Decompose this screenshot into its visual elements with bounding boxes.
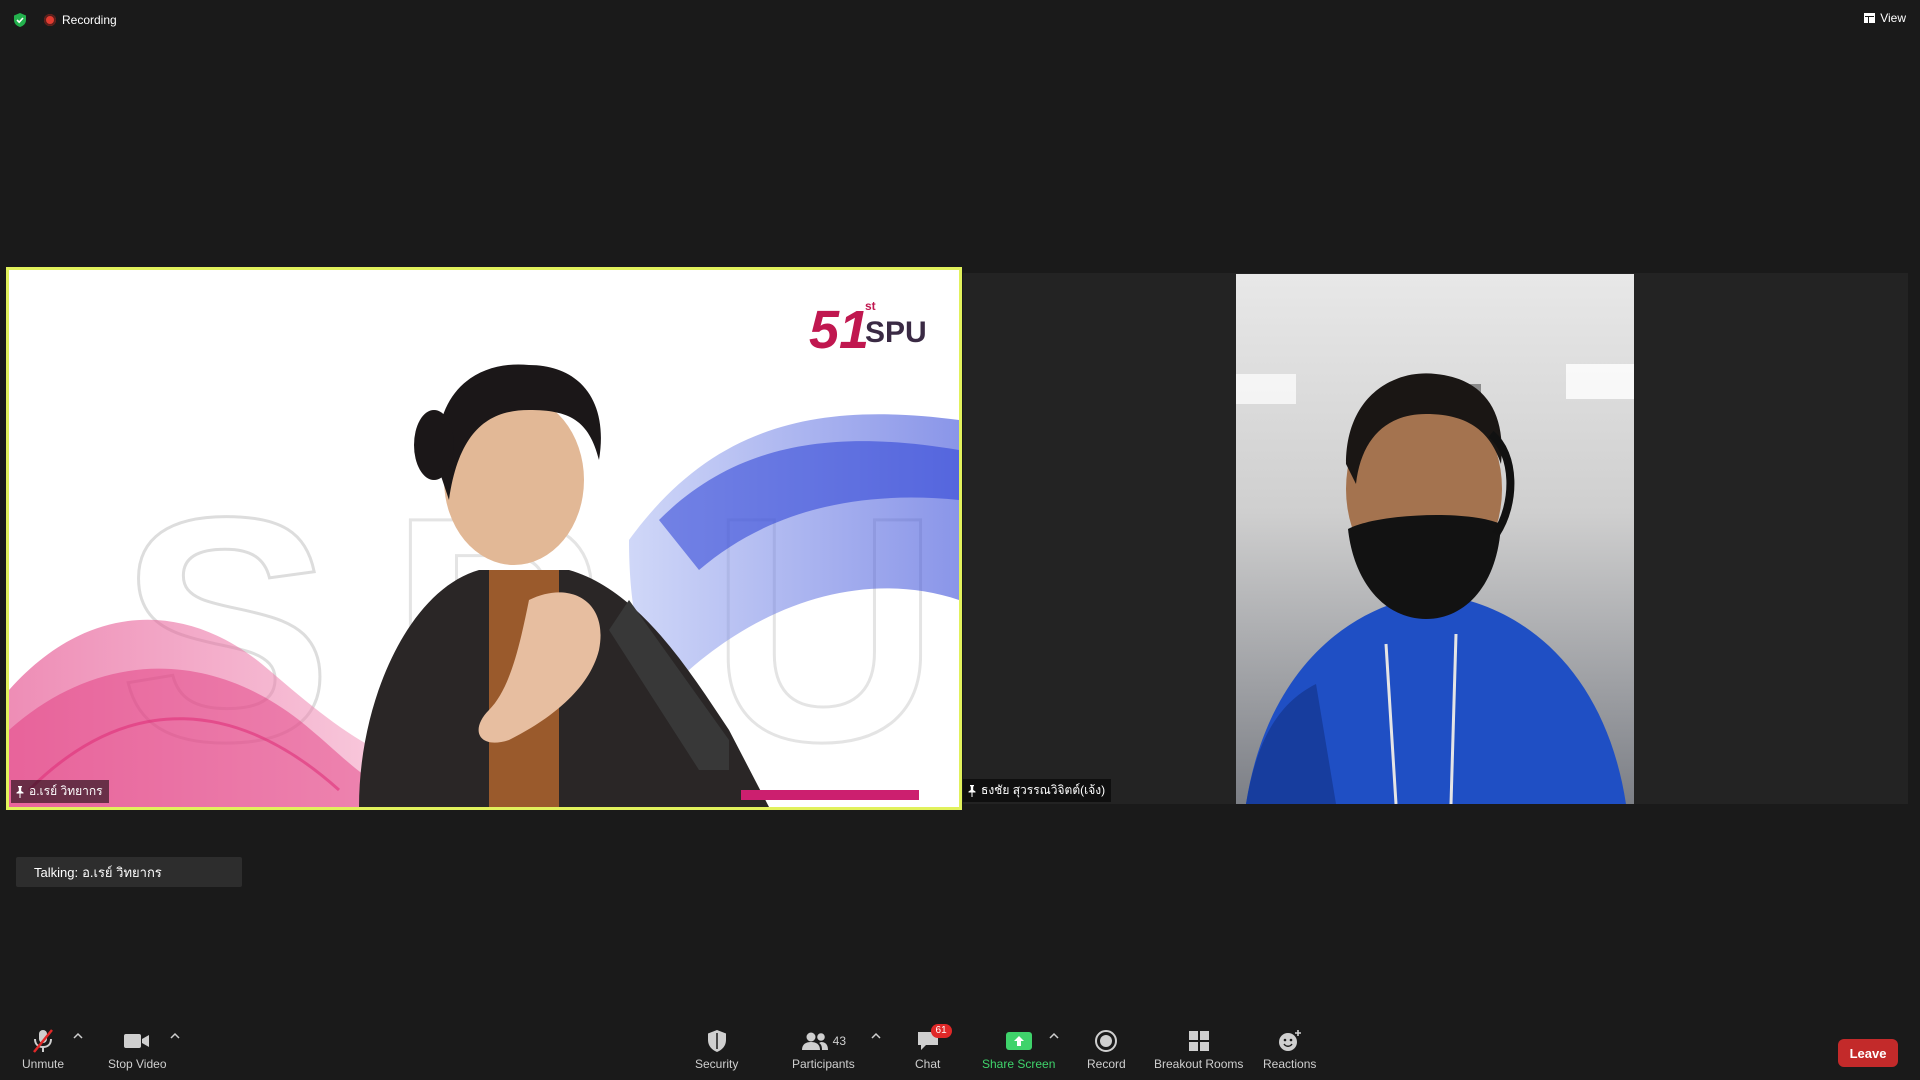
view-label: View	[1880, 11, 1906, 25]
unmute-label: Unmute	[22, 1057, 65, 1071]
speaker-name: อ.เรย์ วิทยากร	[29, 784, 103, 798]
meeting-toolbar: Unmute Stop Video Security 43 Participan…	[0, 1020, 1920, 1080]
breakout-rooms-icon	[1188, 1031, 1209, 1051]
encryption-shield-icon[interactable]	[12, 12, 28, 28]
record-button[interactable]: Record	[1087, 1028, 1126, 1071]
grid-view-icon	[1864, 13, 1876, 23]
participants-label: Participants	[792, 1057, 855, 1071]
share-screen-icon	[1005, 1032, 1032, 1050]
participant-video-tile[interactable]: ธงชัย สุวรรณวิจิตต์(เจ้ง)	[963, 273, 1908, 804]
share-screen-label: Share Screen	[982, 1057, 1056, 1071]
microphone-muted-icon	[33, 1029, 53, 1053]
stop-video-button[interactable]: Stop Video	[108, 1028, 167, 1071]
svg-text:st: st	[865, 299, 876, 313]
recording-indicator[interactable]: Recording	[44, 12, 117, 28]
chat-unread-badge: 61	[930, 1024, 952, 1038]
chat-label: Chat	[915, 1057, 941, 1071]
leave-button[interactable]: Leave	[1838, 1039, 1898, 1067]
share-options-chevron-up-icon[interactable]	[1049, 1032, 1059, 1040]
participant-name: ธงชัย สุวรรณวิจิตต์(เจ้ง)	[981, 783, 1106, 797]
participants-icon	[801, 1032, 828, 1050]
reactions-smiley-icon	[1278, 1030, 1301, 1051]
active-speaker-video-tile[interactable]: S P U 51 st SPU อ.เรย์ วิทยากร	[6, 267, 962, 810]
record-label: Record	[1087, 1057, 1126, 1071]
view-button[interactable]: View	[1864, 11, 1906, 25]
reactions-button[interactable]: Reactions	[1263, 1028, 1316, 1071]
participants-count: 43	[832, 1034, 847, 1048]
recording-dot-icon	[44, 14, 56, 26]
chat-button[interactable]: 61 Chat	[915, 1024, 952, 1071]
speaker-name-tag: อ.เรย์ วิทยากร	[11, 780, 109, 803]
video-camera-icon	[124, 1034, 150, 1048]
spu-logo: 51	[809, 300, 869, 360]
svg-text:SPU: SPU	[865, 316, 927, 349]
recording-label: Recording	[62, 13, 117, 27]
participants-options-chevron-up-icon[interactable]	[871, 1032, 881, 1040]
top-bar: Recording View	[0, 0, 1920, 40]
pin-icon	[16, 785, 24, 798]
speaker-video-feed: S P U 51 st SPU	[9, 270, 959, 807]
security-label: Security	[695, 1057, 739, 1071]
record-icon	[1095, 1030, 1118, 1052]
participant-name-tag: ธงชัย สุวรรณวิจิตต์(เจ้ง)	[963, 779, 1112, 802]
pin-icon	[968, 784, 976, 797]
participants-button[interactable]: 43 Participants	[792, 1028, 855, 1071]
talking-prefix: Talking:	[34, 864, 79, 880]
audio-options-chevron-up-icon[interactable]	[73, 1032, 83, 1040]
talking-name: อ.เรย์ วิทยากร	[82, 864, 162, 880]
talking-indicator: Talking: อ.เรย์ วิทยากร	[16, 857, 242, 887]
participant-video-feed	[1236, 274, 1634, 804]
security-shield-icon	[707, 1030, 726, 1052]
unmute-button[interactable]: Unmute	[22, 1028, 64, 1071]
breakout-rooms-label: Breakout Rooms	[1154, 1057, 1244, 1071]
breakout-rooms-button[interactable]: Breakout Rooms	[1154, 1028, 1243, 1071]
video-options-chevron-up-icon[interactable]	[170, 1032, 180, 1040]
stop-video-label: Stop Video	[108, 1057, 167, 1071]
reactions-label: Reactions	[1263, 1057, 1317, 1071]
security-button[interactable]: Security	[695, 1028, 738, 1071]
share-screen-button[interactable]: Share Screen	[982, 1028, 1055, 1071]
